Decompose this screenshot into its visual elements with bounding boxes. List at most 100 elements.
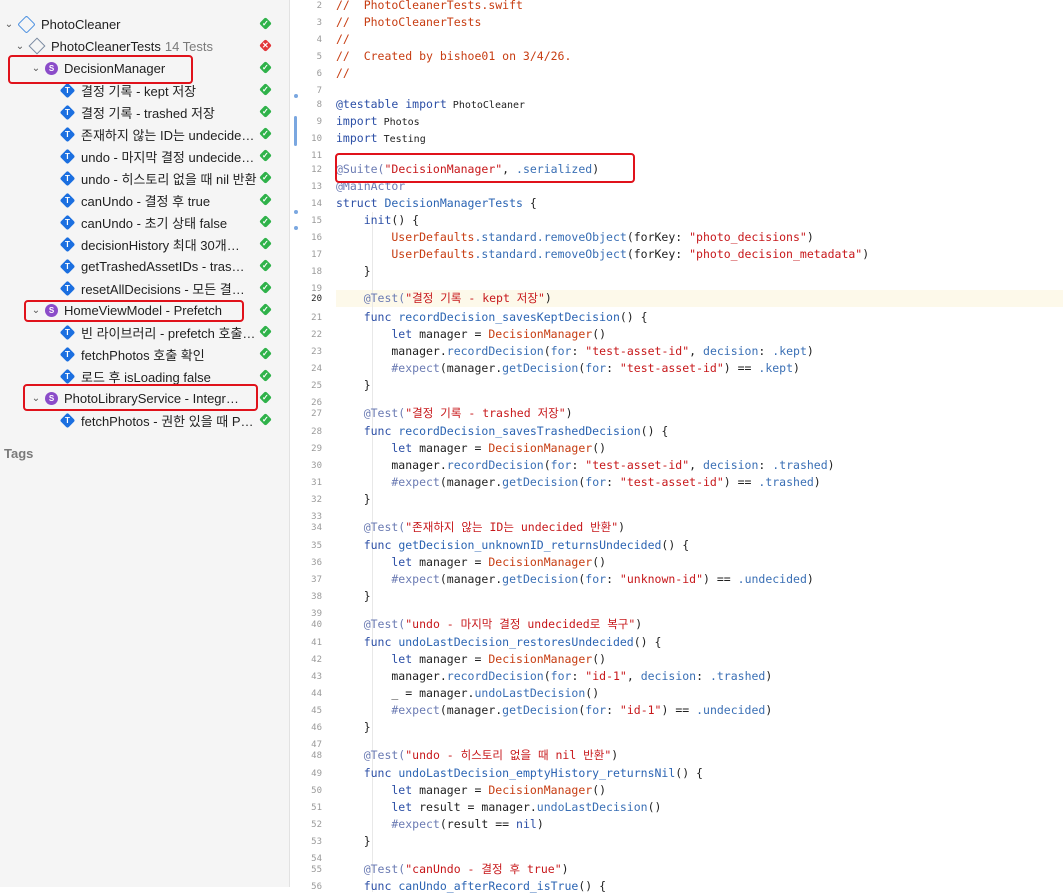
code-line[interactable]: let manager = DecisionManager() — [336, 651, 1063, 668]
comment: // Created by bishoe01 on 3/4/26. — [336, 49, 572, 63]
code-line[interactable]: } — [336, 263, 1063, 280]
code-line[interactable]: manager.recordDecision(for: "test-asset-… — [336, 457, 1063, 474]
module-name: Photos — [377, 117, 420, 128]
punct: (manager. — [439, 475, 503, 489]
code-line[interactable]: UserDefaults.standard.removeObject(forKe… — [336, 229, 1063, 246]
code-line[interactable]: } — [336, 377, 1063, 394]
code-line[interactable]: #expect(manager.getDecision(for: "unknow… — [336, 571, 1063, 588]
code-line[interactable]: manager.recordDecision(for: "id-1", deci… — [336, 668, 1063, 685]
test-row[interactable]: TfetchPhotos - 권한 있을 때 P… ✓ — [0, 409, 289, 431]
code-line[interactable]: func getDecision_unknownID_returnsUndeci… — [336, 537, 1063, 554]
code-line[interactable]: // PhotoCleanerTests.swift — [336, 0, 1063, 14]
test-row[interactable]: TcanUndo - 결정 후 true ✓ — [0, 189, 289, 211]
code-line[interactable]: @testable import PhotoCleaner — [336, 96, 1063, 113]
line-number: 42 — [311, 655, 322, 665]
code-line[interactable]: } — [336, 833, 1063, 850]
keyword: import — [336, 131, 378, 145]
test-row[interactable]: T 빈 라이브러리 - prefetch 호출… ✓ — [0, 321, 289, 343]
macro: #expect — [336, 361, 440, 375]
code-line[interactable]: // — [336, 65, 1063, 82]
punct: : — [606, 703, 620, 717]
code-line[interactable]: @Test("canUndo - 결정 후 true") — [336, 861, 1063, 878]
code-line[interactable]: // PhotoCleanerTests — [336, 14, 1063, 31]
string: "결정 기록 - kept 저장" — [405, 291, 545, 305]
line-number: 6 — [316, 69, 322, 79]
punct: manager = — [412, 441, 489, 455]
test-row[interactable]: TdecisionHistory 최대 30개… ✓ — [0, 233, 289, 255]
punct: , — [689, 458, 704, 472]
code-line[interactable]: // — [336, 31, 1063, 48]
string: "test-asset-id" — [619, 361, 724, 375]
code-line[interactable]: #expect(result == nil) — [336, 816, 1063, 833]
punct: : — [571, 344, 586, 358]
test-target-row[interactable]: ⌄ PhotoCleanerTests 14 Tests ✕ — [0, 35, 289, 57]
punct: ) — [635, 617, 643, 631]
punct: , — [689, 344, 704, 358]
test-row[interactable]: TcanUndo - 초기 상태 false ✓ — [0, 211, 289, 233]
code-line[interactable]: func recordDecision_savesKeptDecision() … — [336, 309, 1063, 326]
keyword: struct — [336, 196, 378, 210]
code-line[interactable]: @Test("존재하지 않는 ID는 undecided 반환") — [336, 519, 1063, 536]
line-number: 45 — [311, 706, 322, 716]
code-line[interactable]: UserDefaults.standard.removeObject(forKe… — [336, 246, 1063, 263]
test-icon: T — [59, 368, 76, 384]
code-line[interactable]: } — [336, 491, 1063, 508]
test-row[interactable]: Tundo - 히스토리 없을 때 nil 반환 ✓ — [0, 167, 289, 189]
punct: : — [606, 475, 620, 489]
code-line[interactable]: @Test("undo - 마지막 결정 undecided로 복구") — [336, 616, 1063, 633]
test-label: fetchPhotos - 권한 있을 때 P… — [81, 413, 254, 429]
code-line[interactable]: let manager = DecisionManager() — [336, 440, 1063, 457]
keyword: func — [336, 310, 392, 324]
punct: (result == — [439, 817, 517, 831]
annotation-box — [23, 384, 258, 411]
code-line[interactable]: #expect(manager.getDecision(for: "test-a… — [336, 474, 1063, 491]
pass-icon: ✓ — [259, 281, 272, 294]
test-row[interactable]: T 존재하지 않는 ID는 undecide… ✓ — [0, 123, 289, 145]
member: .undecided — [737, 572, 807, 586]
code-line[interactable]: let result = manager.undoLastDecision() — [336, 799, 1063, 816]
pass-icon: ✓ — [259, 127, 272, 140]
code-line[interactable]: let manager = DecisionManager() — [336, 554, 1063, 571]
code-line[interactable]: func recordDecision_savesTrashedDecision… — [336, 423, 1063, 440]
comment: // — [336, 32, 350, 46]
code-line[interactable]: } — [336, 719, 1063, 736]
test-row[interactable]: T 결정 기록 - trashed 저장 ✓ — [0, 101, 289, 123]
code-line[interactable]: import Testing — [336, 130, 1063, 147]
line-number: 40 — [311, 620, 322, 630]
code-line[interactable]: #expect(manager.getDecision(for: "id-1")… — [336, 702, 1063, 719]
code-line[interactable]: manager.recordDecision(for: "test-asset-… — [336, 343, 1063, 360]
test-row[interactable]: Tundo - 마지막 결정 undecide… ✓ — [0, 145, 289, 167]
chevron-down-icon[interactable]: ⌄ — [3, 19, 15, 30]
code-line[interactable]: @Test("undo - 히스토리 없을 때 nil 반환") — [336, 747, 1063, 764]
code-line[interactable]: let manager = DecisionManager() — [336, 326, 1063, 343]
code-line[interactable]: @Test("결정 기록 - trashed 저장") — [336, 405, 1063, 422]
code-line[interactable]: } — [336, 588, 1063, 605]
code-line[interactable]: struct DecisionManagerTests { — [336, 195, 1063, 212]
code-line[interactable]: init() { — [336, 212, 1063, 229]
code-line[interactable]: func undoLastDecision_emptyHistory_retur… — [336, 765, 1063, 782]
punct: () { — [640, 424, 669, 438]
pass-icon: ✓ — [259, 369, 272, 382]
tags-section-header[interactable]: Tags — [4, 446, 33, 461]
test-row[interactable]: TfetchPhotos 호출 확인 ✓ — [0, 343, 289, 365]
attribute: @Test( — [336, 862, 406, 876]
chevron-down-icon[interactable]: ⌄ — [14, 41, 26, 52]
code-line[interactable]: let manager = DecisionManager() — [336, 782, 1063, 799]
test-row[interactable]: TresetAllDecisions - 모든 결… ✓ — [0, 277, 289, 299]
test-target-label: PhotoCleanerTests — [51, 38, 161, 54]
code-line[interactable]: func undoLastDecision_restoresUndecided(… — [336, 634, 1063, 651]
keyword: nil — [516, 817, 537, 831]
code-line[interactable]: @Test("결정 기록 - kept 저장") — [336, 290, 1063, 307]
code-line[interactable]: // Created by bishoe01 on 3/4/26. — [336, 48, 1063, 65]
project-row[interactable]: ⌄ PhotoCleaner ✓ — [0, 13, 289, 35]
pass-icon: ✓ — [259, 105, 272, 118]
test-row[interactable]: TgetTrashedAssetIDs - tras… ✓ — [0, 255, 289, 277]
pass-icon: ✓ — [259, 259, 272, 272]
code-line[interactable]: _ = manager.undoLastDecision() — [336, 685, 1063, 702]
code-line[interactable]: import Photos — [336, 113, 1063, 130]
punct: } — [336, 264, 371, 278]
code-editor[interactable]: // PhotoCleanerTests.swift // PhotoClean… — [335, 0, 1063, 893]
line-number: 4 — [316, 35, 322, 45]
code-line[interactable]: #expect(manager.getDecision(for: "test-a… — [336, 360, 1063, 377]
punct: ) == — [661, 703, 697, 717]
